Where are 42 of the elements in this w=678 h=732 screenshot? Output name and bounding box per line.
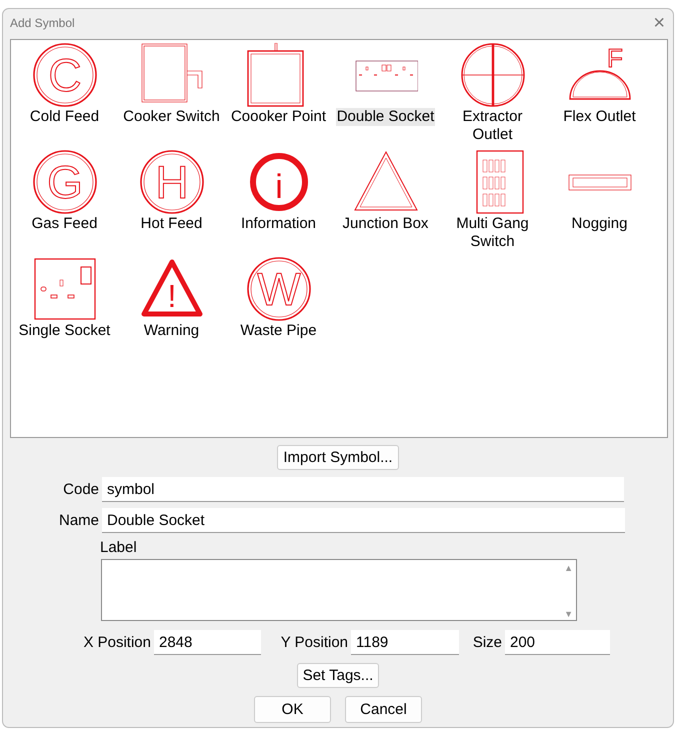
window-title: Add Symbol	[10, 16, 75, 30]
icon-letter: W	[256, 263, 300, 315]
dialog-button[interactable]: Cancel	[345, 696, 422, 723]
input-field[interactable]: 200	[505, 630, 610, 655]
icon-letter: G	[46, 156, 82, 208]
bar-icon	[568, 174, 632, 190]
input-field[interactable]: symbol	[102, 477, 624, 502]
icon-letter: H	[154, 156, 188, 208]
symbol-label[interactable]: Extractor Outlet	[446, 108, 538, 144]
dialog-button[interactable]: OK	[254, 696, 331, 723]
field-label: Label	[100, 539, 137, 556]
socket-icon	[32, 257, 96, 321]
symbol-label[interactable]: Information	[240, 215, 318, 233]
input-field[interactable]: 2848	[154, 630, 261, 655]
input-field[interactable]: Double Socket	[102, 508, 625, 533]
symbol-label[interactable]: Cooker Switch	[122, 108, 221, 126]
import-button[interactable]: Import Symbol...	[277, 445, 399, 470]
symbol-label[interactable]: Multi Gang Switch	[446, 215, 538, 251]
symbol-label[interactable]: Double Socket	[336, 108, 436, 126]
symbol-label[interactable]: Warning	[142, 322, 200, 340]
icon-letter: i	[274, 168, 282, 206]
symbol-label[interactable]: Flex Outlet	[562, 108, 637, 126]
field-label: X Position	[82, 634, 152, 651]
close-button[interactable]: ×	[653, 13, 665, 33]
symbol-label[interactable]: Nogging	[570, 215, 628, 233]
input-field[interactable]: 1189	[351, 630, 459, 655]
icon-letter: F	[606, 43, 622, 73]
field-label: Size	[472, 634, 503, 651]
field-label: Code	[62, 481, 100, 498]
crosshair-circle-icon	[460, 43, 524, 107]
symbol-label[interactable]: Waste Pipe	[239, 322, 318, 340]
symbol-label[interactable]: Junction Box	[342, 215, 430, 233]
symbol-label[interactable]: Coooker Point	[230, 108, 328, 126]
field-label: Y Position	[280, 634, 349, 651]
symbol-label[interactable]: Single Socket	[18, 322, 112, 340]
set-tags-button[interactable]: Set Tags...	[296, 663, 380, 688]
symbol-label[interactable]: Cold Feed	[28, 108, 100, 126]
symbol-label[interactable]: Gas Feed	[30, 215, 98, 233]
icon-letter: C	[48, 49, 82, 101]
symbol-label[interactable]: Hot Feed	[140, 215, 204, 233]
icon-letter: !	[167, 278, 176, 314]
field-label: Name	[58, 512, 100, 529]
